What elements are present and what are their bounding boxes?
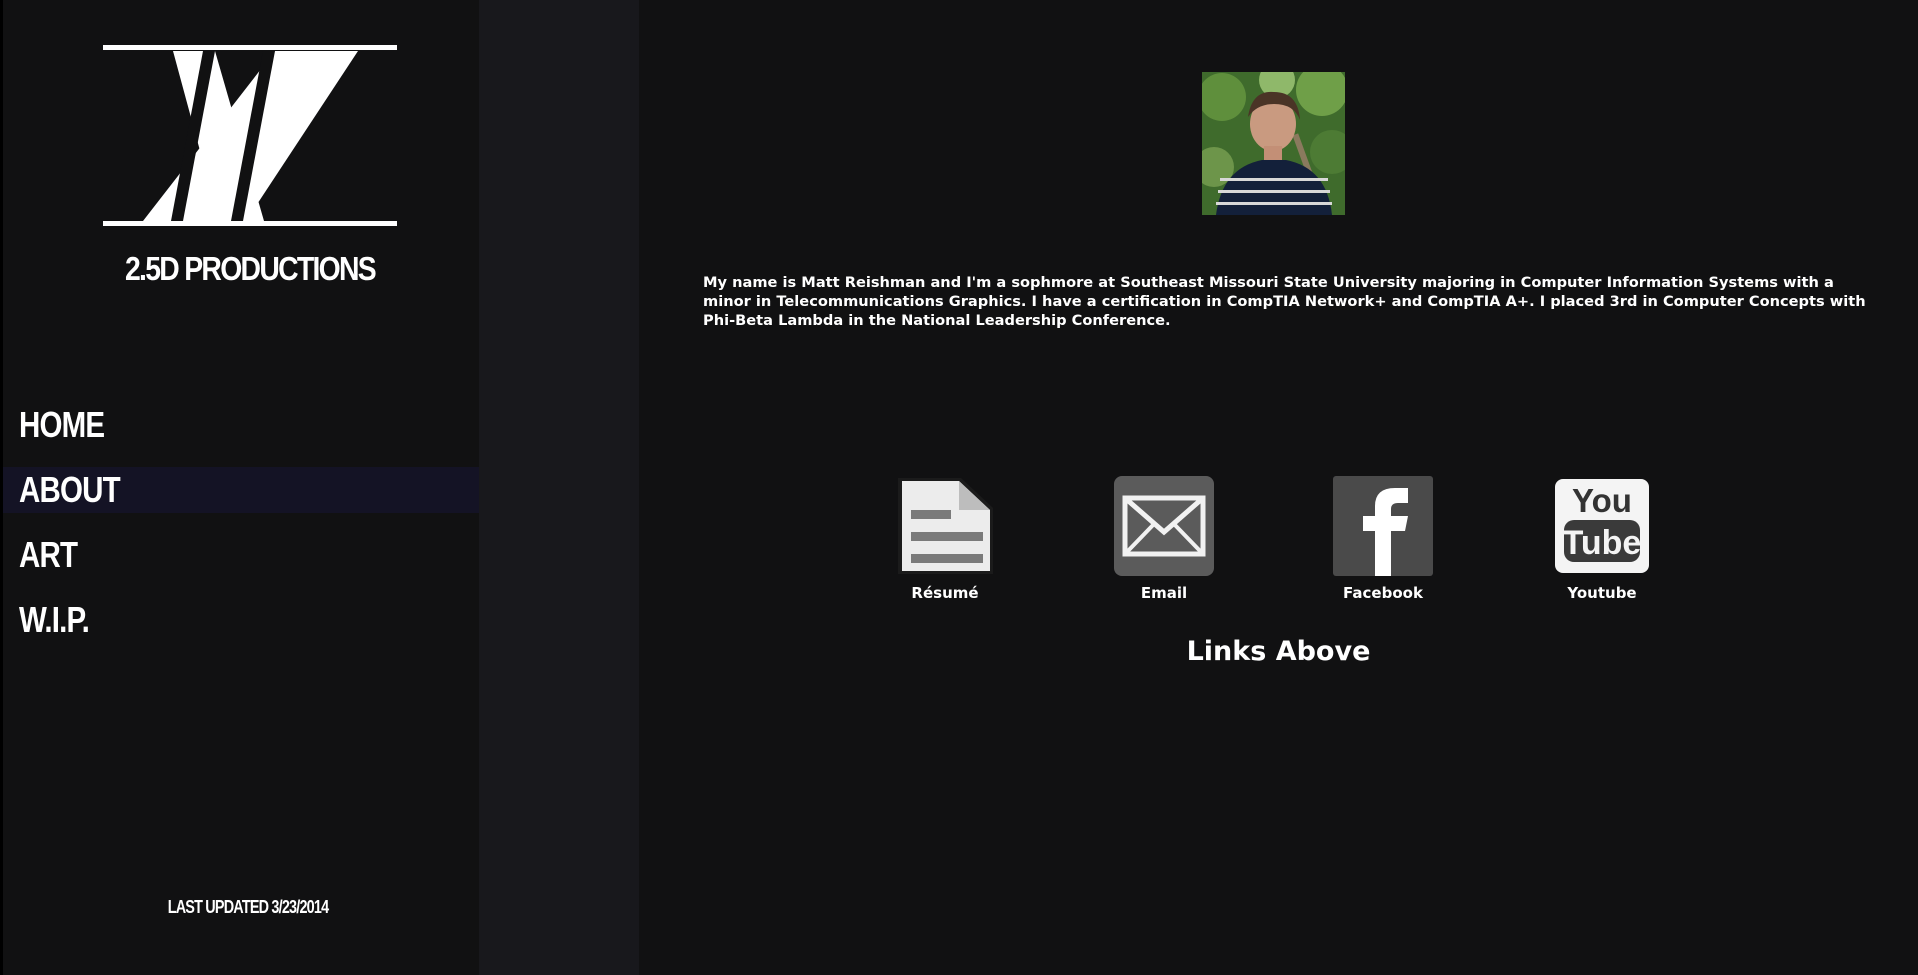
youtube-link[interactable]: You Tube Youtube [1537,476,1667,602]
main-nav: HOME ABOUT ART W.I.P. [3,402,479,662]
facebook-icon [1333,476,1433,576]
youtube-label: Youtube [1567,584,1637,602]
sidebar-gutter [479,0,639,975]
brand-name: 2.5D PRODUCTIONS [124,250,377,287]
nav-item-label: HOME [19,404,105,445]
nav-item-label: ART [19,534,78,575]
nav-item-wip[interactable]: W.I.P. [3,597,479,643]
sidebar: 2.5D PRODUCTIONS HOME ABOUT ART W.I.P. L… [3,0,479,975]
youtube-icon: You Tube [1552,476,1652,576]
xx-logo-icon[interactable] [103,45,397,229]
last-updated: LAST UPDATED 3/23/2014 [167,897,329,917]
document-icon [895,476,995,576]
resume-link[interactable]: Résumé [880,476,1010,602]
facebook-label: Facebook [1343,584,1423,602]
svg-text:You: You [1572,482,1632,519]
nav-item-art[interactable]: ART [3,532,479,578]
envelope-icon [1114,476,1214,576]
email-label: Email [1140,584,1188,602]
email-link[interactable]: Email [1099,476,1229,602]
profile-photo [1202,72,1345,215]
nav-item-label: ABOUT [19,469,121,510]
nav-item-home[interactable]: HOME [3,402,479,448]
nav-item-about[interactable]: ABOUT [3,467,479,513]
links-heading: Links Above [1186,636,1371,667]
bio-text: My name is Matt Reishman and I'm a sophm… [703,273,1866,329]
resume-label: Résumé [911,584,979,602]
about-content: My name is Matt Reishman and I'm a sophm… [639,0,1918,975]
svg-text:Tube: Tube [1563,524,1642,562]
nav-item-label: W.I.P. [19,599,90,640]
facebook-link[interactable]: Facebook [1318,476,1448,602]
